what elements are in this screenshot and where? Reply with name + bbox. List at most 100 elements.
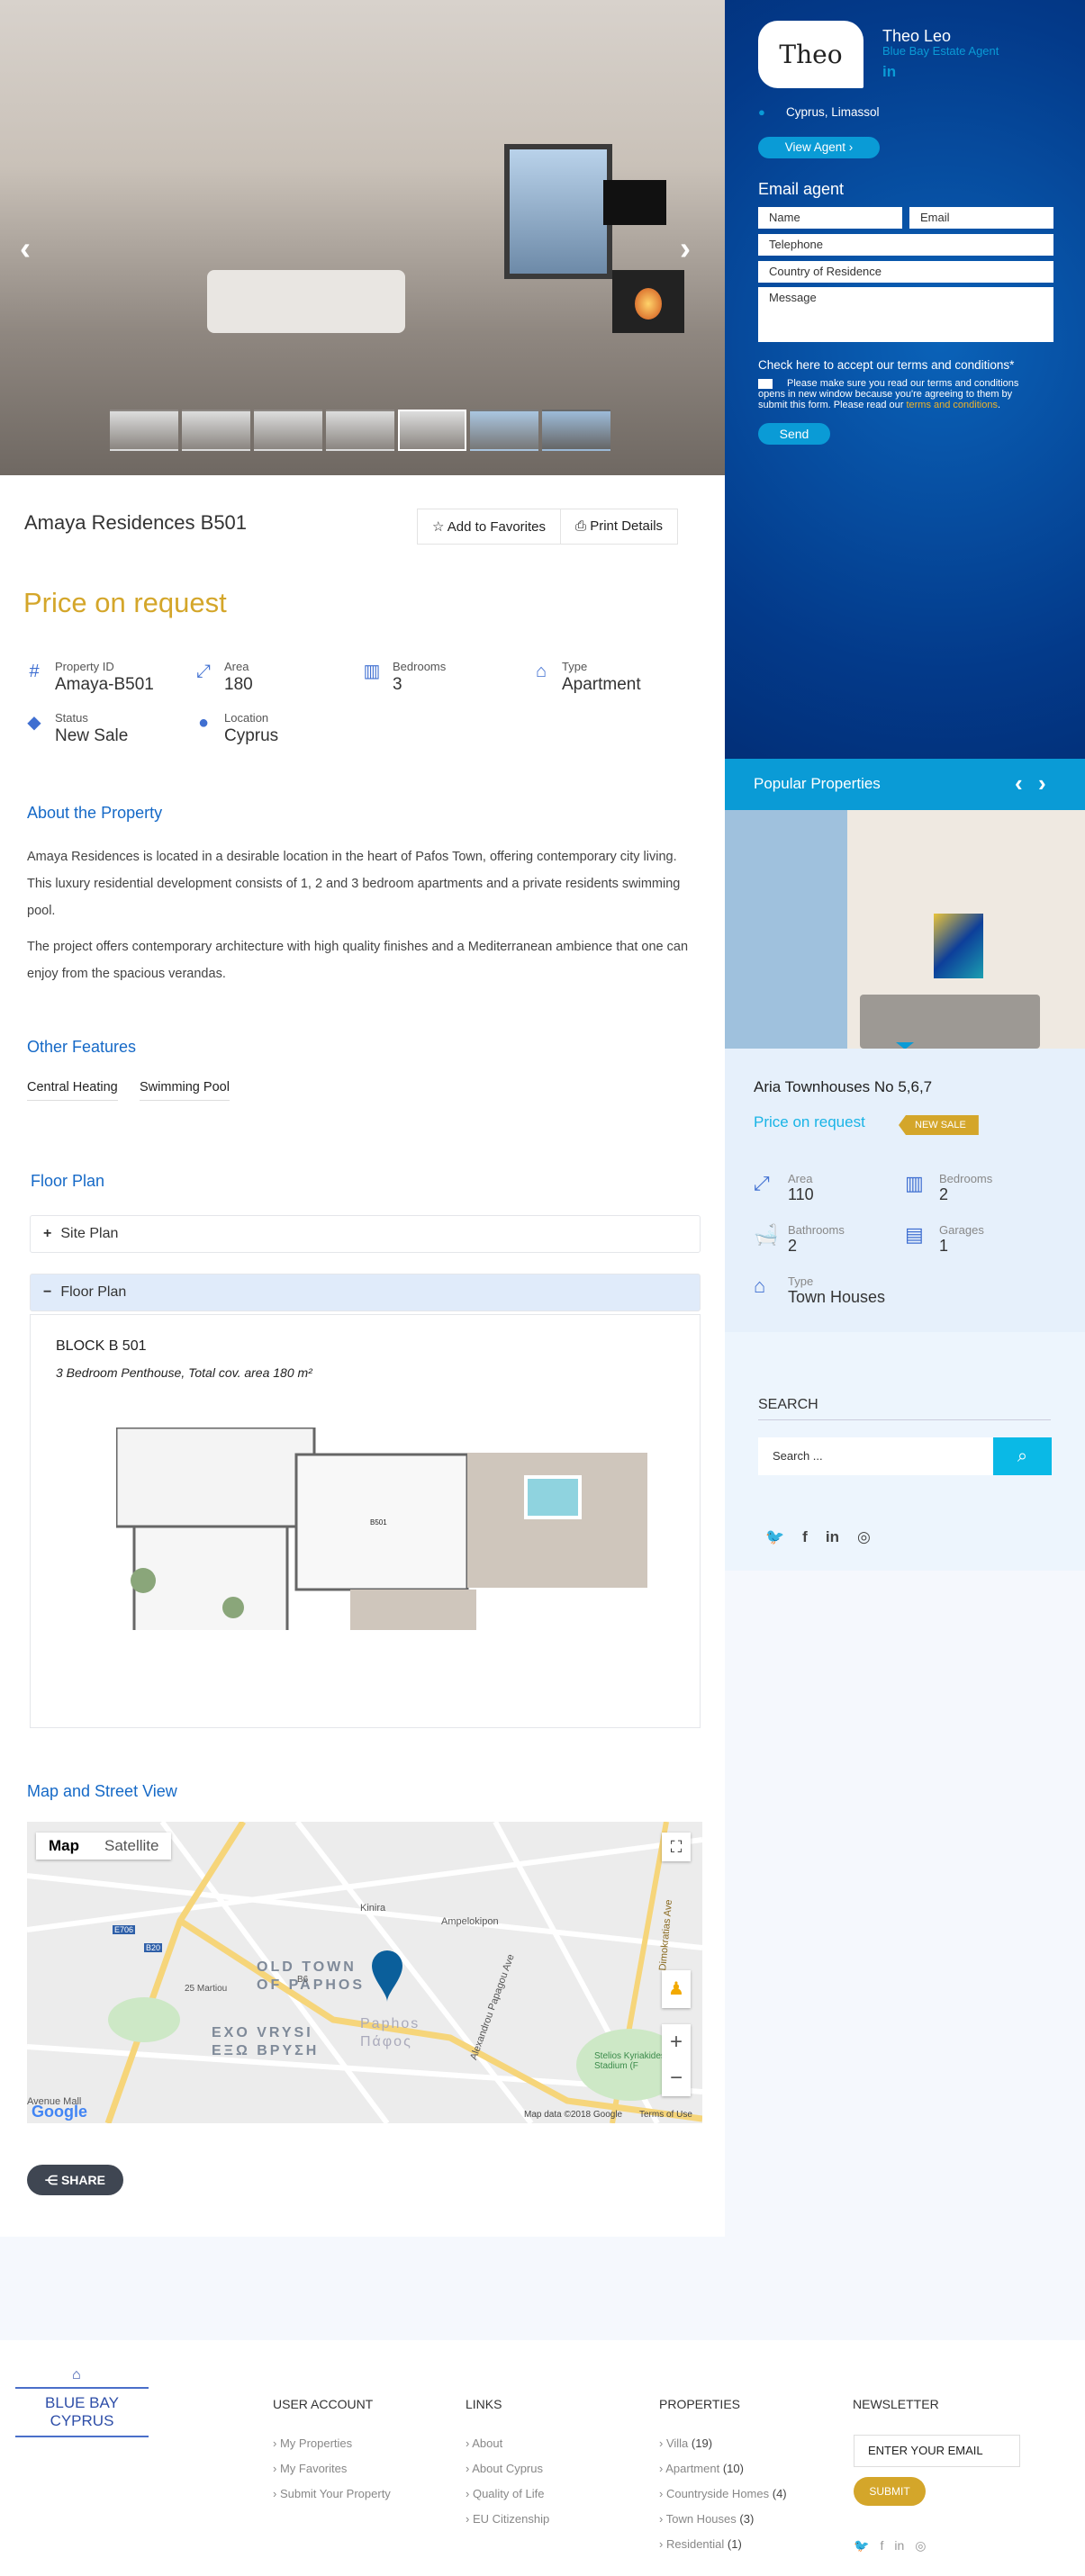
terms-text: Please make sure you read our terms and … — [758, 378, 1037, 410]
agent-card: Theo Theo Leo Blue Bay Estate Agent in ●… — [725, 0, 1085, 759]
share-button[interactable]: ⋲ SHARE — [27, 2165, 123, 2195]
gallery-thumb[interactable] — [254, 410, 322, 451]
chevron-right-icon[interactable]: › — [680, 230, 691, 267]
linkedin-icon[interactable]: in — [894, 2538, 904, 2553]
facebook-icon[interactable]: f — [802, 1528, 808, 1546]
footer-link-label: Submit Your Property — [279, 2487, 391, 2500]
plan-unit-label: B501 — [370, 1518, 387, 1527]
chevron-left-icon[interactable]: ‹ — [1015, 770, 1023, 797]
instagram-icon[interactable]: ◎ — [915, 2538, 926, 2553]
footer-link[interactable]: › EU Citizenship — [466, 2512, 549, 2526]
map-label: Ampelokipon — [441, 1916, 499, 1927]
tag-icon: ◆ — [27, 713, 41, 733]
detail-area: ⤢ Area 180 — [192, 660, 253, 695]
footer-link[interactable]: › Submit Your Property — [273, 2487, 391, 2500]
map-label-old-town: OLD TOWN OF PAPHOS — [257, 1959, 365, 1995]
accordion-site-plan[interactable]: + Site Plan — [30, 1215, 701, 1253]
facebook-icon[interactable]: f — [880, 2538, 883, 2553]
chevron-right-icon[interactable]: › — [1038, 770, 1046, 797]
map-terms-link[interactable]: Terms of Use — [639, 2110, 692, 2120]
floor-plan-heading: Floor Plan — [31, 1172, 105, 1190]
detail-status: ◆ Status New Sale — [23, 711, 128, 746]
gallery-thumb[interactable] — [110, 410, 178, 451]
popular-detail-type: ⌂ Type Town Houses — [754, 1274, 885, 1307]
zoom-in-button[interactable]: + — [662, 2024, 691, 2060]
accordion-floor-plan[interactable]: − Floor Plan — [30, 1274, 701, 1311]
country-input[interactable]: Country of Residence — [758, 261, 1053, 283]
message-textarea[interactable]: Message — [758, 287, 1053, 342]
twitter-icon[interactable]: 🐦 — [854, 2538, 869, 2553]
satellite-tab[interactable]: Satellite — [92, 1833, 171, 1860]
view-agent-button[interactable]: View Agent › — [758, 137, 880, 158]
print-details-label: Print Details — [590, 518, 664, 534]
accordion-label: Floor Plan — [60, 1284, 127, 1300]
features-heading: Other Features — [27, 1038, 137, 1056]
search-button[interactable]: ⌕ — [993, 1437, 1052, 1475]
street-view-pegman-icon[interactable]: ♟ — [662, 1970, 691, 2008]
detail-label: Bedrooms — [939, 1172, 993, 1185]
footer-count: (1) — [727, 2537, 742, 2551]
footer-social-links: 🐦 f in ◎ — [854, 2538, 926, 2553]
gallery-thumb[interactable] — [542, 410, 610, 451]
home-icon: ⌂ — [535, 662, 547, 681]
footer-link[interactable]: › My Favorites — [273, 2462, 391, 2475]
detail-value: New Sale — [55, 726, 129, 745]
map-widget[interactable]: OLD TOWN OF PAPHOS EXO VRYSI ΕΞΩ ΒΡΥΣΗ Pap… — [27, 1822, 702, 2123]
map-label: OLD TOWN — [257, 1959, 357, 1975]
fullscreen-icon[interactable]: ⛶ — [662, 1833, 691, 1861]
linkedin-icon[interactable]: in — [826, 1528, 839, 1546]
instagram-icon[interactable]: ◎ — [857, 1528, 871, 1546]
telephone-input[interactable]: Telephone — [758, 234, 1053, 256]
agent-name[interactable]: Theo Leo — [882, 27, 951, 46]
footer-link[interactable]: › Quality of Life — [466, 2487, 549, 2500]
map-label: 25 Martiou — [185, 1984, 228, 1994]
divider — [758, 1419, 1051, 1420]
newsletter-email-input[interactable]: ENTER YOUR EMAIL — [854, 2435, 1020, 2467]
gallery-photo-window — [504, 144, 612, 279]
footer-link[interactable]: › Residential (1) — [659, 2537, 787, 2551]
gallery-thumb-active[interactable] — [398, 410, 466, 451]
footer-logo[interactable]: BLUE BAY CYPRUS — [15, 2387, 149, 2437]
popular-title[interactable]: Aria Townhouses No 5,6,7 — [754, 1078, 932, 1096]
detail-label: Bedrooms — [393, 660, 447, 673]
map-tab[interactable]: Map — [36, 1833, 92, 1860]
pointer-arrow — [896, 1042, 914, 1049]
footer-link[interactable]: › Town Houses (3) — [659, 2512, 787, 2526]
terms-link[interactable]: terms and conditions — [906, 400, 998, 410]
gallery-thumb[interactable] — [326, 410, 394, 451]
chevron-left-icon[interactable]: ‹ — [20, 230, 31, 267]
add-to-favorites-button[interactable]: ☆ Add to Favorites — [418, 509, 560, 544]
footer-link-label: My Favorites — [279, 2462, 348, 2475]
terms-heading: Check here to accept our terms and condi… — [758, 358, 1015, 372]
agent-role: Blue Bay Estate Agent — [882, 44, 999, 58]
popular-detail-bedrooms: ▥ Bedrooms 2 — [905, 1172, 992, 1204]
linkedin-icon[interactable]: in — [882, 63, 896, 81]
footer-link[interactable]: › About Cyprus — [466, 2462, 549, 2475]
detail-label: Status — [55, 711, 88, 725]
newsletter-submit-button[interactable]: SUBMIT — [854, 2477, 926, 2506]
footer-heading: PROPERTIES — [659, 2397, 740, 2411]
footer-link[interactable]: › Apartment (10) — [659, 2462, 787, 2475]
zoom-control: + − — [662, 2024, 691, 2096]
send-button[interactable]: Send — [758, 423, 830, 445]
terms-text-end: . — [997, 400, 1001, 410]
name-input[interactable]: Name — [758, 207, 902, 229]
zoom-out-button[interactable]: − — [662, 2060, 691, 2096]
footer-link[interactable]: › My Properties — [273, 2436, 391, 2450]
popular-property-image[interactable] — [725, 810, 1085, 1049]
gallery-thumb[interactable] — [182, 410, 250, 451]
footer-count: (3) — [739, 2512, 755, 2526]
gallery-thumb[interactable] — [470, 410, 538, 451]
search-input[interactable]: Search ... — [758, 1437, 993, 1475]
email-input[interactable]: Email — [909, 207, 1053, 229]
map-label: E706 — [113, 1925, 136, 1934]
share-icon: ⋲ — [45, 2173, 61, 2187]
print-details-button[interactable]: ⎙ Print Details — [560, 509, 677, 544]
agent-avatar: Theo — [758, 21, 863, 88]
twitter-icon[interactable]: 🐦 — [765, 1528, 784, 1546]
footer-link[interactable]: › Countryside Homes (4) — [659, 2487, 787, 2500]
footer-link[interactable]: › Villa (19) — [659, 2436, 787, 2450]
footer-link[interactable]: › About — [466, 2436, 549, 2450]
map-marker-icon — [372, 1950, 402, 2002]
block-title: BLOCK B 501 — [56, 1338, 147, 1354]
